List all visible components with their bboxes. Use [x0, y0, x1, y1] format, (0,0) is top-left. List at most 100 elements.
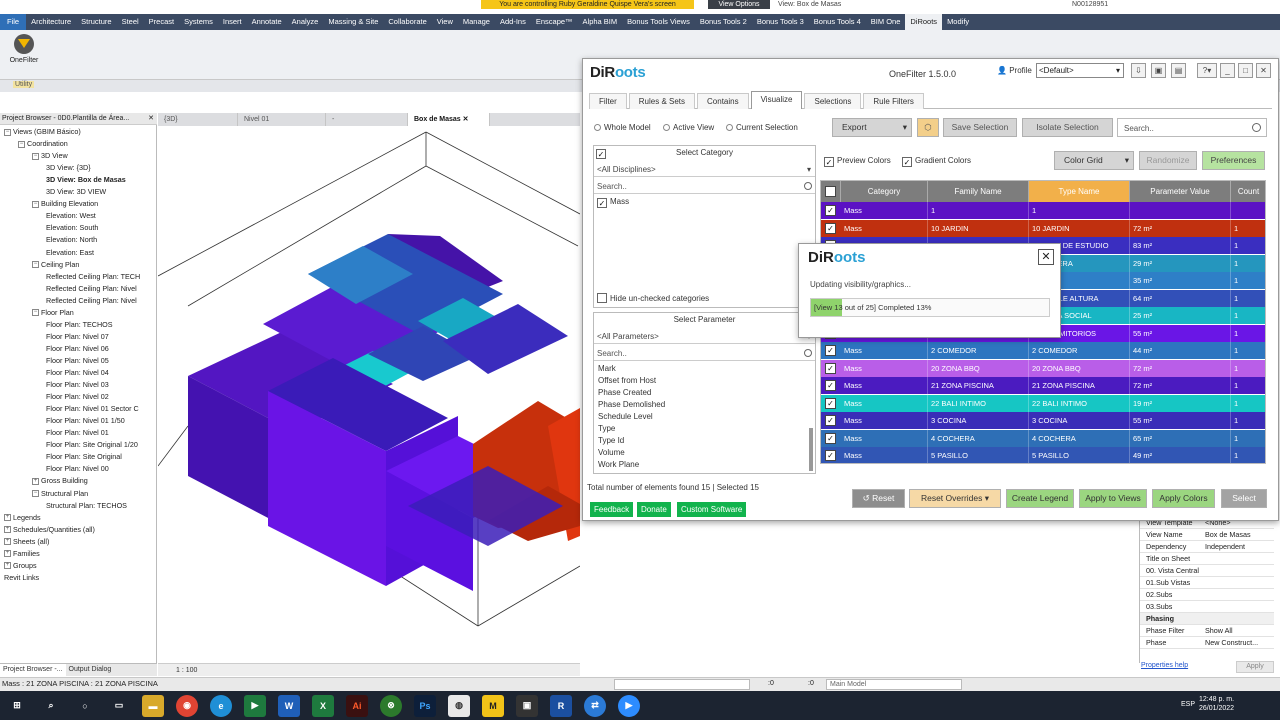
ribbon-tab[interactable]: File [0, 14, 27, 30]
delete-profile-button[interactable]: ▤ [1171, 63, 1186, 78]
zoom-icon[interactable]: ▶ [618, 694, 640, 717]
grid-header[interactable]: Count [1231, 181, 1265, 202]
xbox-icon[interactable]: ⊗ [380, 694, 402, 717]
tree-node[interactable]: Floor Plan: TECHOS [46, 319, 113, 331]
illustrator-icon[interactable]: Ai [346, 694, 368, 717]
parameter-item[interactable]: Type [598, 423, 665, 435]
browser-bottom-tab[interactable]: Project Browser -... [0, 664, 66, 676]
teamviewer-icon[interactable]: ⇄ [584, 694, 606, 717]
close-dialog-button[interactable]: ✕ [1256, 63, 1271, 78]
expand-toggle-icon[interactable]: − [32, 309, 39, 317]
tree-node[interactable]: − Floor Plan [32, 307, 74, 319]
expand-toggle-icon[interactable]: + [4, 550, 11, 558]
tree-node[interactable]: Floor Plan: Nivel 01 1/50 [46, 415, 125, 427]
ribbon-tab[interactable]: Analyze [287, 14, 324, 30]
edge-icon[interactable]: e [210, 694, 232, 717]
ribbon-tab[interactable]: Precast [144, 14, 179, 30]
task-view-icon[interactable]: ▭ [108, 695, 130, 717]
close-icon[interactable]: ✕ [461, 116, 469, 123]
tree-node[interactable]: + Legends [4, 512, 41, 524]
apply-colors-button[interactable]: Apply Colors [1152, 489, 1215, 508]
apply-to-views-button[interactable]: Apply to Views [1079, 489, 1147, 508]
row-checkbox[interactable]: ✓ [825, 432, 836, 444]
chrome-icon[interactable]: ◉ [176, 694, 198, 717]
tree-node[interactable]: Floor Plan: Nivel 06 [46, 343, 109, 355]
ribbon-tab[interactable]: Steel [117, 14, 144, 30]
parameter-item[interactable]: Work Plane [598, 459, 665, 471]
language-indicator[interactable]: ESP [1181, 701, 1195, 708]
ribbon-tab[interactable]: Bonus Tools 2 [695, 14, 752, 30]
expand-toggle-icon[interactable]: + [4, 526, 11, 534]
tree-node[interactable]: Reflected Ceiling Plan: Nivel [46, 295, 137, 307]
export-dropdown[interactable]: Export ▾ [832, 118, 912, 137]
tree-node[interactable]: Floor Plan: Nivel 02 [46, 391, 109, 403]
tree-node[interactable]: Elevation: South [46, 222, 98, 234]
ribbon-tab[interactable]: Insert [218, 14, 247, 30]
tree-node[interactable]: −3D View [32, 150, 68, 162]
ribbon-tab[interactable]: DiRoots [905, 14, 943, 30]
tree-node[interactable]: Floor Plan: Nivel 03 [46, 379, 109, 391]
ribbon-tab[interactable]: Annotate [247, 14, 287, 30]
taskbar-clock[interactable]: 12:48 p. m. 26/01/2022 [1199, 695, 1234, 713]
row-checkbox[interactable]: ✓ [825, 450, 836, 461]
expand-toggle-icon[interactable]: − [32, 200, 39, 208]
property-row[interactable]: 02.Subs [1140, 589, 1274, 601]
property-row[interactable]: Phase New Construct... [1140, 637, 1274, 649]
table-row[interactable]: ✓ Mass 10 JARDIN 10 JARDIN 72 m² 1 [821, 219, 1265, 237]
scope-whole-model[interactable]: Whole Model [594, 123, 651, 132]
properties-apply-button[interactable]: Apply [1236, 661, 1274, 673]
custom-software-link[interactable]: Custom Software [677, 502, 747, 517]
table-row[interactable]: ✓ Mass 21 ZONA PISCINA 21 ZONA PISCINA 72 m²… [821, 377, 1265, 394]
app-icon-green[interactable]: ▶ [244, 694, 266, 717]
tree-node[interactable]: − Coordination [18, 138, 68, 150]
tree-node[interactable]: Elevation: East [46, 247, 94, 259]
randomize-button[interactable]: Randomize [1139, 151, 1197, 170]
ribbon-tab[interactable]: BIM One [866, 14, 906, 30]
tree-node[interactable]: + Groups [4, 560, 37, 572]
parameter-search-input[interactable]: Search.. [594, 347, 815, 361]
excel-icon[interactable]: X [312, 694, 334, 717]
ribbon-tab[interactable]: View [432, 14, 458, 30]
reset-button[interactable]: ↺ Reset [852, 489, 905, 508]
tree-node[interactable]: 3D View: Box de Masas [46, 174, 126, 186]
ribbon-tab[interactable]: Bonus Tools 3 [752, 14, 809, 30]
property-row[interactable]: Title on Sheet [1140, 553, 1274, 565]
color-grid-dropdown[interactable]: Color Grid ▾ [1054, 151, 1134, 170]
help-button[interactable]: ?▾ [1197, 63, 1217, 78]
browser-bottom-tab[interactable]: Output Dialog [66, 664, 115, 676]
save-selection-button[interactable]: Save Selection [943, 118, 1017, 137]
expand-toggle-icon[interactable]: − [4, 128, 11, 136]
parameter-list-scrollbar[interactable] [809, 428, 813, 471]
view-tab[interactable]: - [326, 113, 408, 126]
table-row[interactable]: ✓ Mass 1 1 [821, 202, 1265, 219]
hide-unchecked-checkbox[interactable]: Hide un-checked categories [597, 293, 709, 303]
dialog-tab[interactable]: Visualize [750, 91, 803, 109]
grid-header[interactable]: Parameter Value [1130, 181, 1231, 202]
isolate-selection-button[interactable]: Isolate Selection [1022, 118, 1113, 137]
properties-help-link[interactable]: Properties help [1141, 662, 1188, 669]
row-checkbox[interactable]: ✓ [825, 205, 836, 216]
ribbon-tab[interactable]: Modify [942, 14, 974, 30]
dialog-tab[interactable]: Filter [589, 93, 627, 109]
revit-icon[interactable]: R [550, 694, 572, 717]
view-tab[interactable]: {3D} [158, 113, 238, 126]
paint-icon[interactable]: ◍ [448, 694, 470, 717]
parameter-item[interactable]: Offset from Host [598, 375, 665, 387]
donate-link[interactable]: Donate [637, 502, 671, 517]
app-icon-dark[interactable]: ▣ [516, 694, 538, 717]
expand-toggle-icon[interactable]: + [32, 478, 39, 486]
create-legend-button[interactable]: Create Legend [1006, 489, 1074, 508]
scope-current-selection[interactable]: Current Selection [726, 123, 798, 132]
miro-icon[interactable]: M [482, 694, 504, 717]
tree-node[interactable]: Reflected Ceiling Plan: Nivel [46, 283, 137, 295]
reset-overrides-button[interactable]: Reset Overrides ▾ [909, 489, 1001, 508]
category-search-input[interactable]: Search.. [594, 180, 815, 194]
property-row[interactable]: Phase Filter Show All [1140, 625, 1274, 637]
save-profile-button[interactable]: ▣ [1151, 63, 1166, 78]
select-all-header[interactable] [821, 181, 841, 202]
property-row[interactable]: View Name Box de Masas [1140, 529, 1274, 541]
onefilter-ribbon-button[interactable]: OneFilter [6, 34, 42, 74]
tree-node[interactable]: Elevation: West [46, 210, 96, 222]
preview-colors-checkbox[interactable]: ✓ Preview Colors [824, 156, 891, 167]
table-row[interactable]: ✓ Mass 3 COCINA 3 COCINA 55 m² 1 [821, 412, 1265, 429]
